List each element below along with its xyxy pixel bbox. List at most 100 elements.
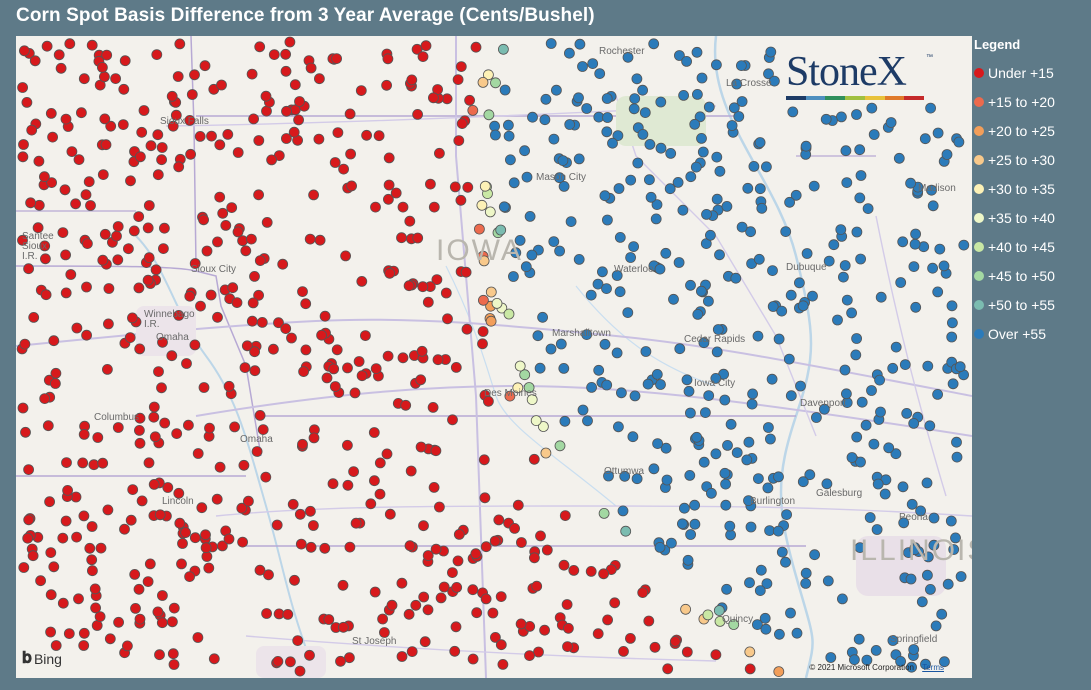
basis-marker[interactable] <box>97 61 108 73</box>
basis-marker[interactable] <box>773 333 785 345</box>
basis-marker[interactable] <box>721 583 732 595</box>
basis-marker[interactable] <box>927 200 939 212</box>
basis-marker[interactable] <box>909 238 921 250</box>
basis-marker[interactable] <box>412 109 424 120</box>
basis-marker[interactable] <box>153 366 164 378</box>
basis-marker[interactable] <box>678 90 689 101</box>
basis-marker[interactable] <box>932 127 944 139</box>
basis-marker[interactable] <box>696 285 707 297</box>
basis-marker[interactable] <box>526 249 538 261</box>
basis-marker[interactable] <box>223 380 235 392</box>
basis-marker[interactable] <box>272 656 284 667</box>
basis-marker[interactable] <box>142 222 154 234</box>
basis-marker[interactable] <box>554 440 566 452</box>
basis-marker[interactable] <box>776 305 788 317</box>
basis-marker[interactable] <box>490 77 501 89</box>
basis-marker[interactable] <box>514 360 526 372</box>
basis-marker[interactable] <box>446 567 458 578</box>
basis-marker[interactable] <box>545 38 557 49</box>
basis-marker[interactable] <box>450 361 462 373</box>
basis-marker[interactable] <box>696 72 708 84</box>
basis-marker[interactable] <box>156 617 168 629</box>
basis-marker[interactable] <box>736 60 747 72</box>
basis-marker[interactable] <box>370 201 381 213</box>
basis-marker[interactable] <box>906 498 918 510</box>
basis-map[interactable]: IOWA ILLINOIS Rochester La Crosse Sioux … <box>16 36 972 678</box>
basis-marker[interactable] <box>841 294 853 306</box>
basis-marker[interactable] <box>342 479 354 491</box>
basis-marker[interactable] <box>654 263 666 275</box>
basis-marker[interactable] <box>856 396 868 408</box>
basis-marker[interactable] <box>767 265 778 277</box>
basis-marker[interactable] <box>73 154 85 165</box>
basis-marker[interactable] <box>410 599 422 611</box>
basis-marker[interactable] <box>144 558 156 570</box>
basis-marker[interactable] <box>870 645 882 656</box>
basis-marker[interactable] <box>297 286 308 298</box>
basis-marker[interactable] <box>922 360 934 372</box>
basis-marker[interactable] <box>652 438 663 450</box>
basis-marker[interactable] <box>338 163 350 175</box>
basis-marker[interactable] <box>214 139 226 151</box>
basis-marker[interactable] <box>874 374 885 386</box>
basis-marker[interactable] <box>400 399 412 411</box>
basis-marker[interactable] <box>665 148 677 159</box>
basis-marker[interactable] <box>381 448 393 460</box>
basis-marker[interactable] <box>851 431 863 443</box>
basis-marker[interactable] <box>194 131 206 142</box>
basis-marker[interactable] <box>217 207 229 219</box>
basis-marker[interactable] <box>156 142 168 153</box>
basis-marker[interactable] <box>808 180 820 192</box>
basis-marker[interactable] <box>300 344 312 356</box>
basis-marker[interactable] <box>246 315 258 327</box>
basis-marker[interactable] <box>690 161 702 173</box>
basis-marker[interactable] <box>677 518 688 530</box>
basis-marker[interactable] <box>529 552 540 564</box>
basis-marker[interactable] <box>305 541 317 553</box>
basis-marker[interactable] <box>655 96 667 108</box>
basis-marker[interactable] <box>780 226 792 238</box>
legend-item[interactable]: +25 to +30 <box>974 145 1086 174</box>
basis-marker[interactable] <box>406 646 418 657</box>
basis-marker[interactable] <box>922 569 933 581</box>
basis-marker[interactable] <box>113 616 124 628</box>
basis-marker[interactable] <box>185 148 197 160</box>
basis-marker[interactable] <box>714 165 726 177</box>
basis-marker[interactable] <box>62 484 73 496</box>
basis-marker[interactable] <box>281 105 292 117</box>
basis-marker[interactable] <box>503 130 515 142</box>
basis-marker[interactable] <box>174 517 186 529</box>
basis-marker[interactable] <box>415 441 427 453</box>
basis-marker[interactable] <box>539 624 550 636</box>
basis-marker[interactable] <box>377 613 389 625</box>
basis-marker[interactable] <box>644 174 655 186</box>
basis-marker[interactable] <box>462 181 474 193</box>
basis-marker[interactable] <box>597 266 608 278</box>
basis-marker[interactable] <box>89 583 101 595</box>
basis-marker[interactable] <box>152 169 164 181</box>
basis-marker[interactable] <box>460 266 472 278</box>
basis-marker[interactable] <box>349 387 361 399</box>
legend-item[interactable]: Over +55 <box>974 319 1086 348</box>
basis-marker[interactable] <box>196 502 208 514</box>
basis-marker[interactable] <box>90 602 101 614</box>
basis-marker[interactable] <box>152 606 164 618</box>
basis-marker[interactable] <box>85 200 96 211</box>
basis-marker[interactable] <box>479 492 491 504</box>
basis-marker[interactable] <box>319 310 331 322</box>
basis-marker[interactable] <box>373 130 385 142</box>
basis-marker[interactable] <box>498 201 510 213</box>
basis-marker[interactable] <box>760 623 772 635</box>
basis-marker[interactable] <box>145 140 157 152</box>
basis-marker[interactable] <box>308 432 320 444</box>
basis-marker[interactable] <box>87 565 98 577</box>
basis-marker[interactable] <box>637 587 649 598</box>
basis-marker[interactable] <box>755 564 767 576</box>
basis-marker[interactable] <box>451 582 463 593</box>
basis-marker[interactable] <box>916 596 928 608</box>
basis-marker[interactable] <box>368 427 380 438</box>
basis-marker[interactable] <box>908 417 920 429</box>
basis-marker[interactable] <box>71 531 82 543</box>
basis-marker[interactable] <box>382 350 394 362</box>
basis-marker[interactable] <box>304 505 316 517</box>
